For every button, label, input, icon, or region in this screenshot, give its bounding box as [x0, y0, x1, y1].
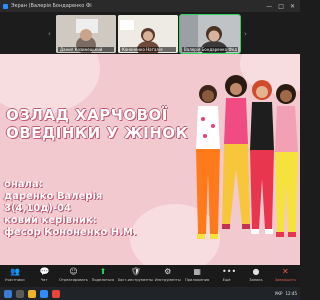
toolbar-label: Чат [40, 278, 48, 282]
toolbar-label: Инструменты [154, 278, 181, 282]
participant-tile[interactable]: Кононенко Наталія [118, 15, 178, 53]
toolbar-tools-button[interactable]: ⚙ Инструменты [153, 267, 182, 282]
author-label: онала: [4, 179, 43, 190]
chevron-right-icon[interactable]: › [244, 30, 247, 38]
language-indicator[interactable]: УКР [275, 291, 283, 296]
apps-icon: ▦ [193, 267, 201, 276]
search-icon[interactable] [16, 289, 24, 298]
toolbar-label: Поделиться [91, 278, 115, 282]
zoom-taskbar-icon[interactable] [40, 289, 48, 298]
file-explorer-icon[interactable] [28, 289, 36, 298]
toolbar-more-button[interactable]: ••• Ещё [212, 267, 241, 282]
react-icon: ☺ [69, 267, 78, 276]
participant-strip: ‹ Данил Козинецький Кононенко Наталія Ва… [0, 12, 300, 54]
advisor-name: фесор Кононенко Н.М. [4, 227, 137, 238]
participant-tile[interactable]: Данил Козинецький [56, 15, 116, 53]
slide-title: ОЗЛАД ХАРЧОВОЇ ОВЕДІНКИ У ЖІНОК [6, 106, 216, 142]
toolbar-label: Приложения [185, 278, 210, 282]
participant-tile-active[interactable]: Валерія Бондаренко Фед [179, 14, 241, 54]
participant-name: Данил Козинецький [58, 47, 114, 52]
women-illustration [196, 75, 298, 239]
host-tools-icon: 🛡 [130, 267, 141, 276]
toolbar-label: Завершить [274, 278, 296, 282]
toolbar-end-button[interactable]: ✕ Завершить [271, 267, 300, 282]
group-code: 3(4,10д)-04 [4, 203, 71, 214]
participant-name: Валерія Бондаренко Фед [182, 47, 238, 52]
toolbar-label: Участники [4, 278, 25, 282]
chevron-left-icon[interactable]: ‹ [48, 30, 51, 38]
slide-credits: онала: даренко Валерія 3(4,10д)-04 ковий… [4, 179, 137, 239]
close-icon[interactable]: ✕ [290, 3, 295, 10]
record-icon: ● [252, 267, 260, 276]
share-icon: ⬆ [99, 267, 107, 276]
os-taskbar: УКР 12:45 [0, 287, 300, 300]
toolbar-record-button[interactable]: ● Запись [241, 267, 270, 282]
toolbar-host-tools-button[interactable]: 🛡 Хост-инструменты [118, 267, 153, 282]
tools-icon: ⚙ [164, 267, 172, 276]
window-titlebar: Экран (Валерія Бондаренко Фі — □ ✕ [0, 0, 300, 12]
zoom-app-icon [3, 3, 8, 9]
toolbar-chat-button[interactable]: 💬 Чат [29, 267, 58, 282]
toolbar-label: Запись [249, 278, 263, 282]
slide-title-line1: ОЗЛАД ХАРЧОВОЇ [6, 106, 168, 124]
advisor-label: ковий керівник: [4, 215, 97, 226]
end-icon: ✕ [282, 267, 289, 276]
toolbar-label: Отреагировать [59, 278, 88, 282]
browser-icon[interactable] [52, 289, 60, 298]
slide-title-line2: ОВЕДІНКИ У ЖІНОК [6, 124, 189, 142]
maximize-icon[interactable]: □ [278, 3, 284, 10]
more-icon: ••• [222, 267, 237, 276]
start-icon[interactable] [4, 289, 12, 298]
author-name: даренко Валерія [4, 191, 103, 202]
meeting-toolbar: 👥 Участники 💬 Чат ☺ Отреагировать ⬆ Поде… [0, 265, 300, 287]
toolbar-react-button[interactable]: ☺ Отреагировать [59, 267, 88, 282]
toolbar-share-button[interactable]: ⬆ Поделиться [88, 267, 117, 282]
window-controls: — □ ✕ [266, 3, 300, 10]
decor-blob [0, 54, 100, 114]
toolbar-label: Ещё [222, 278, 231, 282]
participant-name: Кононенко Наталія [120, 47, 176, 52]
clock[interactable]: 12:45 [285, 291, 297, 296]
minimize-icon[interactable]: — [266, 3, 272, 10]
chat-icon: 💬 [39, 267, 50, 276]
participants-icon: 👥 [10, 267, 21, 276]
shared-screen-slide: ОЗЛАД ХАРЧОВОЇ ОВЕДІНКИ У ЖІНОК онала: д… [0, 54, 300, 265]
toolbar-label: Хост-инструменты [117, 278, 154, 282]
toolbar-participants-button[interactable]: 👥 Участники [0, 267, 29, 282]
system-tray: УКР 12:45 [275, 291, 300, 296]
toolbar-apps-button[interactable]: ▦ Приложения [182, 267, 211, 282]
window-title: Экран (Валерія Бондаренко Фі [11, 3, 92, 9]
